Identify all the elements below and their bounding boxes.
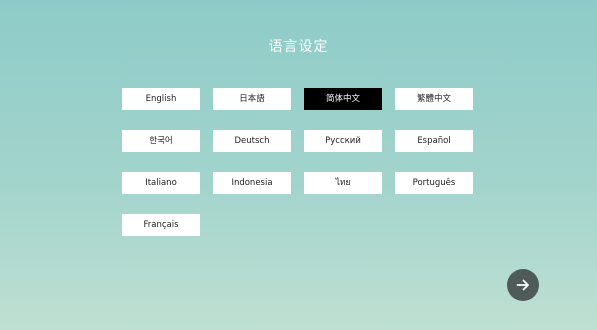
language-option-russian[interactable]: Русский: [304, 130, 382, 152]
language-option-korean[interactable]: 한국어: [122, 130, 200, 152]
page-title: 语言设定: [268, 39, 329, 55]
language-option-english[interactable]: English: [122, 88, 200, 110]
language-option-italian[interactable]: Italiano: [122, 172, 200, 194]
language-option-indonesian[interactable]: Indonesia: [213, 172, 291, 194]
next-button[interactable]: [507, 269, 539, 301]
language-option-thai[interactable]: ไทย: [304, 172, 382, 194]
language-option-french[interactable]: Français: [122, 214, 200, 236]
language-option-simplified-chinese[interactable]: 简体中文: [304, 88, 382, 110]
language-option-german[interactable]: Deutsch: [213, 130, 291, 152]
arrow-right-icon: [516, 279, 529, 291]
language-option-spanish[interactable]: Español: [395, 130, 473, 152]
language-grid: English 日本語 简体中文 繁體中文 한국어 Deutsch Русски…: [122, 88, 473, 236]
language-option-traditional-chinese[interactable]: 繁體中文: [395, 88, 473, 110]
language-option-portuguese[interactable]: Português: [395, 172, 473, 194]
language-option-japanese[interactable]: 日本語: [213, 88, 291, 110]
